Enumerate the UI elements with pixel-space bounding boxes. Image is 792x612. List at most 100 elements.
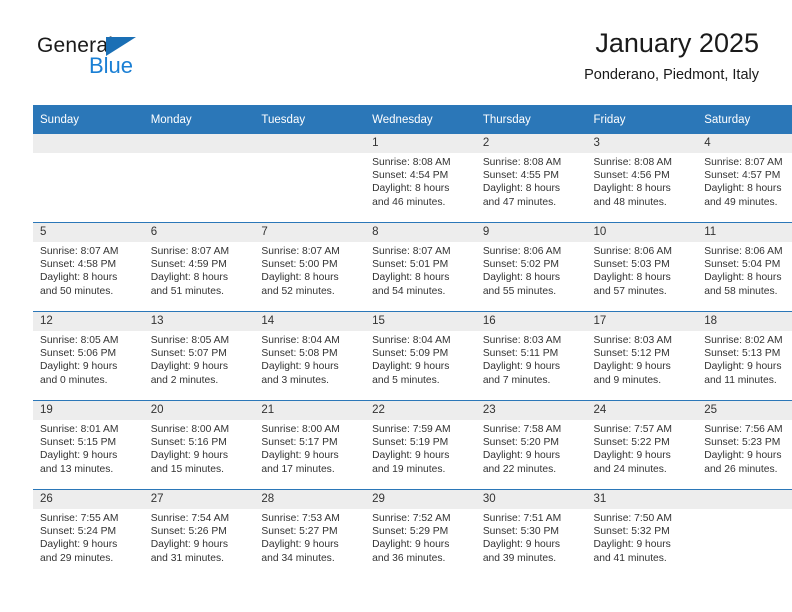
calendar-day-cell[interactable]: 13 Sunrise: 8:05 AM Sunset: 5:07 PM Dayligh…: [143, 311, 255, 401]
calendar-day-cell[interactable]: 4 Sunrise: 8:07 AM Sunset: 4:57 PM Daylight…: [697, 134, 792, 223]
day-details: Sunrise: 8:06 AM Sunset: 5:04 PM Daylight:…: [697, 242, 792, 298]
sunrise-text: Sunrise: 7:53 AM: [261, 513, 340, 524]
sunrise-text: Sunrise: 8:00 AM: [150, 424, 230, 435]
daylight-text-line2: and 26 minutes.: [704, 463, 778, 475]
sunrise-text: Sunrise: 8:07 AM: [150, 246, 230, 257]
sunset-text: Sunset: 4:54 PM: [372, 170, 449, 182]
day-details: Sunrise: 8:01 AM Sunset: 5:15 PM Daylight:…: [33, 420, 144, 476]
daylight-text-line2: and 50 minutes.: [40, 285, 114, 297]
calendar-day-cell[interactable]: 30 Sunrise: 7:51 AM Sunset: 5:30 PM Dayligh…: [475, 489, 587, 578]
daylight-text-line1: Daylight: 8 hours: [372, 183, 450, 195]
calendar-day-cell[interactable]: 8 Sunrise: 8:07 AM Sunset: 5:01 PM Daylight…: [365, 222, 476, 312]
daylight-text-line2: and 9 minutes.: [593, 374, 662, 386]
daylight-text-line2: and 49 minutes.: [704, 196, 778, 208]
day-number: 20: [143, 401, 255, 420]
sunrise-text: Sunrise: 8:05 AM: [40, 335, 119, 346]
daylight-text-line2: and 51 minutes.: [150, 285, 224, 297]
calendar-day-cell[interactable]: 27 Sunrise: 7:54 AM Sunset: 5:26 PM Dayligh…: [143, 489, 255, 578]
calendar-page: General Blue January 2025 Ponderano, Pie…: [0, 0, 792, 612]
calendar-cell-empty: [33, 134, 144, 223]
calendar-day-cell[interactable]: 31 Sunrise: 7:50 AM Sunset: 5:32 PM Dayligh…: [586, 489, 698, 578]
day-number: 14: [254, 312, 366, 331]
sunrise-text: Sunrise: 8:06 AM: [704, 246, 783, 257]
day-number: 10: [586, 223, 698, 242]
sunrise-text: Sunrise: 7:59 AM: [372, 424, 451, 435]
day-details: Sunrise: 8:08 AM Sunset: 4:56 PM Daylight:…: [587, 153, 698, 209]
calendar-day-cell[interactable]: 6 Sunrise: 8:07 AM Sunset: 4:59 PM Daylight…: [143, 222, 255, 312]
day-number: 9: [475, 223, 587, 242]
weekday-header-sunday: Sunday: [33, 105, 144, 134]
calendar-day-cell[interactable]: 20 Sunrise: 8:00 AM Sunset: 5:16 PM Dayligh…: [143, 400, 255, 490]
day-number: [697, 490, 792, 509]
weekday-header-monday: Monday: [143, 105, 255, 134]
daylight-text-line2: and 41 minutes.: [593, 552, 667, 564]
day-number: 17: [586, 312, 698, 331]
calendar-day-cell[interactable]: 11 Sunrise: 8:06 AM Sunset: 5:04 PM Dayligh…: [697, 222, 792, 312]
daylight-text-line1: Daylight: 8 hours: [372, 272, 450, 284]
weekday-header-wednesday: Wednesday: [365, 105, 476, 134]
daylight-text-line2: and 29 minutes.: [40, 552, 114, 564]
calendar-day-cell[interactable]: 26 Sunrise: 7:55 AM Sunset: 5:24 PM Dayligh…: [33, 489, 144, 578]
calendar-day-cell[interactable]: 17 Sunrise: 8:03 AM Sunset: 5:12 PM Dayligh…: [586, 311, 698, 401]
sunrise-text: Sunrise: 8:07 AM: [704, 157, 783, 168]
daylight-text-line1: Daylight: 9 hours: [372, 539, 450, 551]
day-details: Sunrise: 8:03 AM Sunset: 5:12 PM Daylight:…: [587, 331, 698, 387]
day-details: Sunrise: 8:06 AM Sunset: 5:03 PM Daylight:…: [587, 242, 698, 298]
day-details: Sunrise: 8:06 AM Sunset: 5:02 PM Daylight:…: [476, 242, 587, 298]
sunrise-text: Sunrise: 8:07 AM: [40, 246, 119, 257]
calendar-day-cell[interactable]: 16 Sunrise: 8:03 AM Sunset: 5:11 PM Dayligh…: [475, 311, 587, 401]
calendar-day-cell[interactable]: 21 Sunrise: 8:00 AM Sunset: 5:17 PM Dayligh…: [254, 400, 366, 490]
calendar-day-cell[interactable]: 15 Sunrise: 8:04 AM Sunset: 5:09 PM Dayligh…: [365, 311, 476, 401]
day-number: 13: [143, 312, 255, 331]
day-details: Sunrise: 7:54 AM Sunset: 5:26 PM Daylight:…: [144, 509, 255, 565]
calendar-day-cell[interactable]: 7 Sunrise: 8:07 AM Sunset: 5:00 PM Daylight…: [254, 222, 366, 312]
calendar-day-cell[interactable]: 1 Sunrise: 8:08 AM Sunset: 4:54 PM Daylight…: [365, 134, 476, 223]
sunrise-text: Sunrise: 7:58 AM: [482, 424, 562, 435]
sunrise-text: Sunrise: 8:03 AM: [482, 335, 562, 346]
generalblue-logo[interactable]: General Blue: [33, 34, 243, 90]
weekday-header-thursday: Thursday: [475, 105, 587, 134]
calendar-day-cell[interactable]: 2 Sunrise: 8:08 AM Sunset: 4:55 PM Daylight…: [475, 134, 587, 223]
daylight-text-line2: and 5 minutes.: [372, 374, 440, 386]
calendar-week-row: 12 Sunrise: 8:05 AM Sunset: 5:06 PM Dayligh…: [33, 311, 792, 401]
day-number: 28: [254, 490, 366, 509]
day-details: Sunrise: 7:53 AM Sunset: 5:27 PM Daylight:…: [254, 509, 365, 565]
day-number: 16: [475, 312, 587, 331]
sunset-text: Sunset: 5:29 PM: [372, 526, 449, 538]
calendar-day-cell[interactable]: 12 Sunrise: 8:05 AM Sunset: 5:06 PM Dayligh…: [33, 311, 144, 401]
page-subtitle: Ponderano, Piedmont, Italy: [584, 67, 759, 83]
calendar-day-cell[interactable]: 9 Sunrise: 8:06 AM Sunset: 5:02 PM Daylight…: [475, 222, 587, 312]
sunset-text: Sunset: 5:06 PM: [40, 348, 117, 360]
sunset-text: Sunset: 5:32 PM: [593, 526, 670, 538]
sunrise-text: Sunrise: 7:57 AM: [593, 424, 672, 435]
sunset-text: Sunset: 4:57 PM: [704, 170, 781, 182]
calendar-day-cell[interactable]: 28 Sunrise: 7:53 AM Sunset: 5:27 PM Dayligh…: [254, 489, 366, 578]
day-details: Sunrise: 8:05 AM Sunset: 5:06 PM Daylight:…: [33, 331, 144, 387]
sunset-text: Sunset: 4:56 PM: [593, 170, 670, 182]
calendar-day-cell[interactable]: 10 Sunrise: 8:06 AM Sunset: 5:03 PM Dayligh…: [586, 222, 698, 312]
calendar-day-cell[interactable]: 29 Sunrise: 7:52 AM Sunset: 5:29 PM Dayligh…: [365, 489, 476, 578]
daylight-text-line2: and 58 minutes.: [704, 285, 778, 297]
calendar-day-cell[interactable]: 25 Sunrise: 7:56 AM Sunset: 5:23 PM Dayligh…: [697, 400, 792, 490]
calendar-day-cell[interactable]: 23 Sunrise: 7:58 AM Sunset: 5:20 PM Dayligh…: [475, 400, 587, 490]
daylight-text-line2: and 46 minutes.: [372, 196, 446, 208]
calendar-day-cell[interactable]: 24 Sunrise: 7:57 AM Sunset: 5:22 PM Dayligh…: [586, 400, 698, 490]
daylight-text-line2: and 0 minutes.: [40, 374, 108, 386]
calendar-day-cell[interactable]: 19 Sunrise: 8:01 AM Sunset: 5:15 PM Dayligh…: [33, 400, 144, 490]
weekday-header-row: Sunday Monday Tuesday Wednesday Thursday…: [33, 105, 792, 134]
day-number: 8: [365, 223, 476, 242]
calendar-grid: Sunday Monday Tuesday Wednesday Thursday…: [33, 105, 792, 578]
sunset-text: Sunset: 5:27 PM: [261, 526, 338, 538]
daylight-text-line1: Daylight: 8 hours: [593, 183, 671, 195]
daylight-text-line2: and 31 minutes.: [150, 552, 224, 564]
calendar-day-cell[interactable]: 14 Sunrise: 8:04 AM Sunset: 5:08 PM Dayligh…: [254, 311, 366, 401]
sunrise-text: Sunrise: 8:08 AM: [593, 157, 672, 168]
calendar-day-cell[interactable]: 22 Sunrise: 7:59 AM Sunset: 5:19 PM Dayligh…: [365, 400, 476, 490]
calendar-day-cell[interactable]: 18 Sunrise: 8:02 AM Sunset: 5:13 PM Dayligh…: [697, 311, 792, 401]
sunrise-text: Sunrise: 8:02 AM: [704, 335, 783, 346]
calendar-day-cell[interactable]: 5 Sunrise: 8:07 AM Sunset: 4:58 PM Daylight…: [33, 222, 144, 312]
sunset-text: Sunset: 5:03 PM: [593, 259, 670, 271]
daylight-text-line2: and 3 minutes.: [261, 374, 329, 386]
calendar-day-cell[interactable]: 3 Sunrise: 8:08 AM Sunset: 4:56 PM Daylight…: [586, 134, 698, 223]
day-details: Sunrise: 8:07 AM Sunset: 4:59 PM Daylight:…: [144, 242, 255, 298]
